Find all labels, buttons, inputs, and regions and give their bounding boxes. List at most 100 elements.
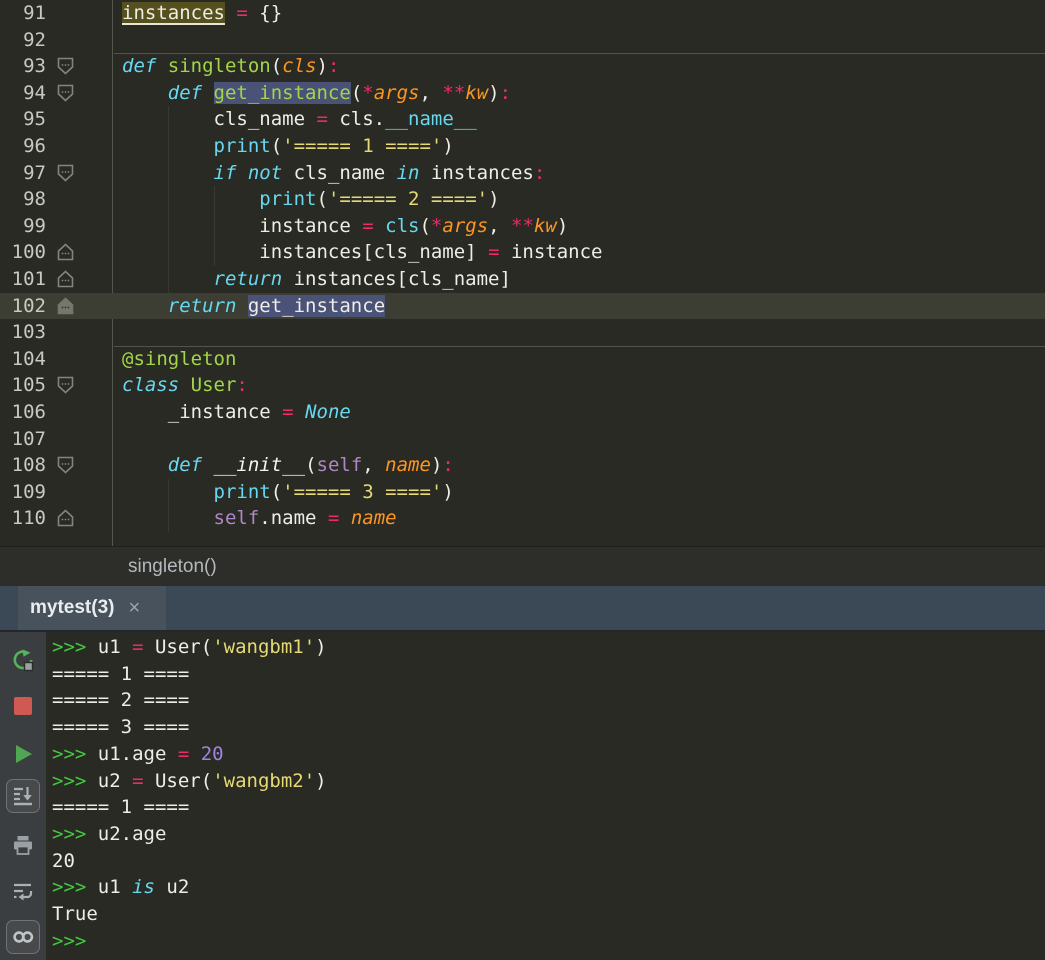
line-number[interactable]: 91 — [0, 0, 46, 27]
line-number[interactable]: 96 — [0, 133, 46, 160]
code-token: >>> — [52, 929, 87, 952]
gutter-cell[interactable] — [46, 346, 122, 373]
execute-button[interactable] — [6, 737, 40, 771]
code-token: ===== 1 ==== — [52, 662, 190, 685]
fold-marker-icon[interactable] — [57, 84, 74, 102]
scroll-to-end-toggle[interactable] — [6, 779, 40, 813]
gutter-cell[interactable] — [46, 133, 122, 160]
code-text[interactable]: def get_instance(*args, **kw): — [122, 80, 1045, 107]
gutter-cell[interactable] — [46, 399, 122, 426]
line-number[interactable]: 93 — [0, 53, 46, 80]
code-editor[interactable]: 91 instances = {} 92 93 def singleton(cls):… — [0, 0, 1045, 546]
line-number[interactable]: 107 — [0, 426, 46, 453]
fold-marker-icon[interactable] — [57, 296, 74, 315]
code-text[interactable]: instances[cls_name] = instance — [122, 239, 1045, 266]
gutter-cell[interactable] — [46, 239, 122, 266]
code-token: >>> — [52, 876, 98, 899]
code-text[interactable]: class User: — [122, 372, 1045, 399]
code-text[interactable]: instance = cls(*args, **kw) — [122, 212, 1045, 240]
gutter-cell[interactable] — [46, 106, 122, 133]
code-text[interactable]: _instance = None — [122, 399, 1045, 426]
gutter-cell[interactable] — [46, 53, 122, 80]
console-toolbar — [0, 632, 46, 960]
fold-marker-icon[interactable] — [57, 270, 74, 288]
line-number[interactable]: 101 — [0, 266, 46, 293]
code-token: if — [213, 161, 237, 184]
gutter-cell[interactable] — [46, 213, 122, 240]
line-number[interactable]: 109 — [0, 479, 46, 506]
fold-marker-icon[interactable] — [57, 456, 74, 474]
gutter-cell[interactable] — [46, 160, 122, 187]
console-output[interactable]: >>> u1 = User('wangbm1') ===== 1 ==== ====… — [46, 632, 1045, 960]
code-token: 'wangbm2' — [212, 769, 316, 792]
console-line: ===== 1 ==== — [52, 661, 1045, 688]
code-token: ) — [488, 188, 500, 211]
code-text[interactable] — [122, 27, 1045, 54]
code-token: ( — [270, 55, 283, 78]
close-icon[interactable]: × — [128, 597, 140, 620]
line-number[interactable]: 102 — [0, 293, 46, 320]
line-number[interactable]: 110 — [0, 505, 46, 532]
line-number[interactable]: 106 — [0, 399, 46, 426]
code-text[interactable]: return get_instance — [122, 293, 1045, 320]
line-number[interactable]: 97 — [0, 160, 46, 187]
code-text[interactable]: print('===== 1 ====') — [122, 132, 1045, 160]
gutter-cell[interactable] — [46, 319, 122, 346]
code-token: instances — [122, 2, 225, 24]
code-text[interactable] — [122, 319, 1045, 346]
code-token: cls. — [327, 108, 386, 131]
code-text[interactable]: def __init__(self, name): — [122, 452, 1045, 479]
code-token: ( — [350, 81, 363, 104]
code-token: return — [167, 294, 237, 317]
fold-marker-icon[interactable] — [57, 376, 74, 394]
indent-guide — [167, 159, 169, 187]
gutter-cell[interactable] — [46, 186, 122, 213]
code-text[interactable]: cls_name = cls.__name__ — [122, 106, 1045, 133]
gutter-cell[interactable] — [46, 372, 122, 399]
soft-wrap-toggle[interactable] — [6, 874, 40, 908]
gutter-cell[interactable] — [46, 0, 122, 27]
stop-button[interactable] — [6, 689, 40, 723]
code-text[interactable]: instances = {} — [122, 0, 1045, 27]
code-text[interactable]: def singleton(cls): — [122, 53, 1045, 80]
line-number[interactable]: 100 — [0, 239, 46, 266]
code-text[interactable]: print('===== 2 ====') — [122, 186, 1045, 213]
gutter-cell[interactable] — [46, 426, 122, 453]
fold-marker-icon[interactable] — [57, 243, 74, 261]
tab-mytest[interactable]: mytest(3) × — [18, 586, 166, 630]
code-text[interactable]: if not cls_name in instances: — [122, 159, 1045, 187]
gutter-cell[interactable] — [46, 27, 122, 54]
code-text[interactable]: self.name = name — [122, 505, 1045, 532]
line-number[interactable]: 99 — [0, 213, 46, 240]
line-number[interactable]: 95 — [0, 106, 46, 133]
code-token: = — [362, 214, 374, 237]
line-number[interactable]: 108 — [0, 452, 46, 479]
rerun-button[interactable] — [6, 644, 40, 678]
fold-marker-icon[interactable] — [57, 57, 74, 75]
print-button[interactable] — [6, 828, 40, 862]
show-variables-toggle[interactable] — [6, 920, 40, 954]
line-number[interactable]: 94 — [0, 80, 46, 107]
code-token: print — [213, 480, 271, 503]
line-number[interactable]: 98 — [0, 186, 46, 213]
line-number[interactable]: 105 — [0, 372, 46, 399]
python-console[interactable]: >>> u1 = User('wangbm1') ===== 1 ==== ====… — [0, 632, 1045, 960]
fold-marker-icon[interactable] — [57, 509, 74, 527]
double-circle-icon — [13, 931, 34, 943]
gutter-cell[interactable] — [46, 80, 122, 107]
gutter-cell[interactable] — [46, 479, 122, 506]
gutter-cell[interactable] — [46, 452, 122, 479]
line-number[interactable]: 92 — [0, 27, 46, 54]
code-text[interactable]: return instances[cls_name] — [122, 265, 1045, 293]
printer-icon — [14, 836, 32, 855]
gutter-cell[interactable] — [46, 266, 122, 293]
code-text[interactable]: @singleton — [122, 346, 1045, 373]
code-text[interactable] — [122, 426, 1045, 453]
gutter-cell[interactable] — [46, 505, 122, 532]
line-number[interactable]: 104 — [0, 346, 46, 373]
fold-marker-icon[interactable] — [57, 164, 74, 182]
gutter-cell[interactable] — [46, 293, 122, 320]
code-token: = — [488, 241, 500, 264]
code-text[interactable]: print('===== 3 ====') — [122, 478, 1045, 506]
line-number[interactable]: 103 — [0, 319, 46, 346]
